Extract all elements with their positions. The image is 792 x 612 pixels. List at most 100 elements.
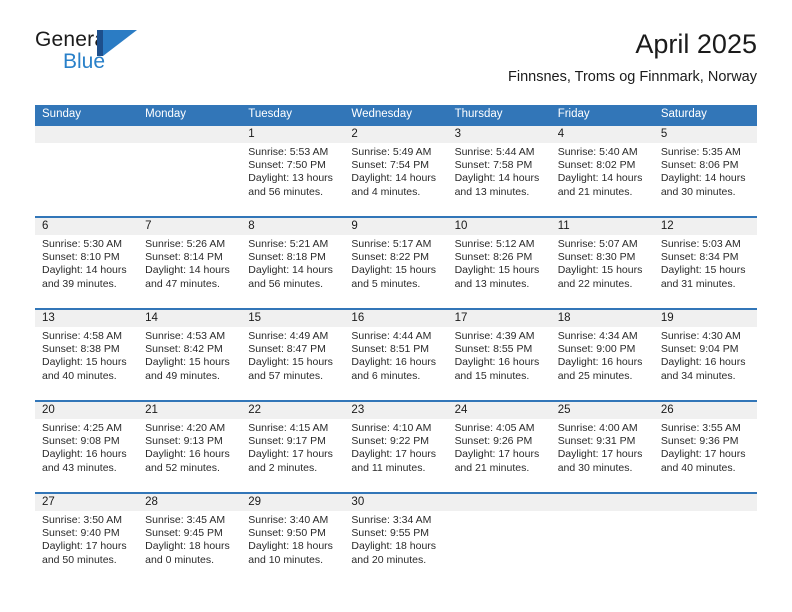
day-number[interactable]: 27 (35, 494, 138, 511)
day-cell[interactable]: Sunrise: 4:49 AM Sunset: 8:47 PM Dayligh… (241, 327, 344, 400)
daylight-text-line2: and 49 minutes. (145, 369, 220, 382)
day-number[interactable]: 14 (138, 310, 241, 327)
day-number[interactable]: 20 (35, 402, 138, 419)
day-cell[interactable]: Sunrise: 5:03 AM Sunset: 8:34 PM Dayligh… (654, 235, 757, 308)
day-cell[interactable]: Sunrise: 5:44 AM Sunset: 7:58 PM Dayligh… (448, 143, 551, 216)
day-cell[interactable]: Sunrise: 3:40 AM Sunset: 9:50 PM Dayligh… (241, 511, 344, 584)
day-cell[interactable]: Sunrise: 4:20 AM Sunset: 9:13 PM Dayligh… (138, 419, 241, 492)
day-number[interactable]: 26 (654, 402, 757, 419)
daylight-text-line1: Daylight: 14 hours (248, 264, 333, 277)
day-number[interactable]: 19 (654, 310, 757, 327)
daylight-text-line1: Daylight: 15 hours (454, 264, 540, 277)
page-subtitle-location: Finnsnes, Troms og Finnmark, Norway (508, 69, 757, 85)
day-cell[interactable]: Sunrise: 5:26 AM Sunset: 8:14 PM Dayligh… (138, 235, 241, 308)
sunset-text: Sunset: 8:34 PM (660, 251, 739, 264)
sunrise-text: Sunrise: 5:26 AM (145, 238, 226, 250)
day-cell[interactable]: Sunrise: 5:17 AM Sunset: 8:22 PM Dayligh… (344, 235, 447, 308)
daylight-text-line2: and 56 minutes. (248, 185, 323, 198)
day-number[interactable]: 8 (241, 218, 344, 235)
daylight-text-line2: and 21 minutes. (557, 185, 633, 198)
day-number[interactable]: 15 (241, 310, 344, 327)
day-number[interactable]: 21 (138, 402, 241, 419)
day-cell[interactable]: Sunrise: 4:34 AM Sunset: 9:00 PM Dayligh… (551, 327, 654, 400)
sunset-text: Sunset: 9:55 PM (351, 527, 430, 540)
sunrise-text: Sunrise: 5:03 AM (660, 238, 741, 250)
day-number[interactable]: 24 (448, 402, 551, 419)
day-cell[interactable]: Sunrise: 3:50 AM Sunset: 9:40 PM Dayligh… (35, 511, 138, 584)
day-number[interactable]: 17 (448, 310, 551, 327)
day-cell-empty (654, 511, 757, 584)
sunrise-text: Sunrise: 4:34 AM (557, 330, 638, 342)
day-cell[interactable]: Sunrise: 4:39 AM Sunset: 8:55 PM Dayligh… (448, 327, 551, 400)
daylight-text-line2: and 47 minutes. (145, 277, 220, 290)
week-detail-strip: Sunrise: 4:25 AM Sunset: 9:08 PM Dayligh… (35, 419, 757, 492)
day-number[interactable]: 2 (344, 126, 447, 143)
day-cell[interactable]: Sunrise: 3:45 AM Sunset: 9:45 PM Dayligh… (138, 511, 241, 584)
week-row: 27 28 29 30 Sunrise: 3:50 AM Sunset: 9:4… (35, 492, 757, 584)
day-number[interactable]: 12 (654, 218, 757, 235)
day-number[interactable]: 28 (138, 494, 241, 511)
day-number[interactable]: 18 (551, 310, 654, 327)
day-number[interactable]: 30 (344, 494, 447, 511)
day-cell[interactable]: Sunrise: 5:53 AM Sunset: 7:50 PM Dayligh… (241, 143, 344, 216)
day-number[interactable] (35, 126, 138, 143)
sunrise-text: Sunrise: 5:49 AM (351, 146, 432, 158)
calendar-grid: Sunday Monday Tuesday Wednesday Thursday… (35, 105, 757, 584)
day-number[interactable] (448, 494, 551, 511)
daylight-text-line2: and 2 minutes. (248, 461, 318, 474)
sunrise-text: Sunrise: 4:49 AM (248, 330, 329, 342)
day-number[interactable] (654, 494, 757, 511)
sunset-text: Sunset: 9:40 PM (42, 527, 120, 540)
day-cell[interactable]: Sunrise: 5:49 AM Sunset: 7:54 PM Dayligh… (344, 143, 447, 216)
day-number[interactable]: 25 (551, 402, 654, 419)
sunrise-text: Sunrise: 4:25 AM (42, 422, 122, 434)
week-daynumber-strip: 20 21 22 23 24 25 26 (35, 402, 757, 419)
day-cell[interactable]: Sunrise: 5:12 AM Sunset: 8:26 PM Dayligh… (448, 235, 551, 308)
week-daynumber-strip: 27 28 29 30 (35, 494, 757, 511)
sunset-text: Sunset: 9:13 PM (145, 435, 223, 448)
day-cell[interactable]: Sunrise: 4:10 AM Sunset: 9:22 PM Dayligh… (344, 419, 447, 492)
day-number[interactable]: 9 (344, 218, 447, 235)
day-cell[interactable]: Sunrise: 4:15 AM Sunset: 9:17 PM Dayligh… (241, 419, 344, 492)
sunrise-text: Sunrise: 4:00 AM (557, 422, 638, 434)
day-number[interactable]: 13 (35, 310, 138, 327)
day-number[interactable]: 29 (241, 494, 344, 511)
day-number[interactable]: 1 (241, 126, 344, 143)
day-number[interactable]: 23 (344, 402, 447, 419)
day-number[interactable]: 7 (138, 218, 241, 235)
day-number[interactable]: 22 (241, 402, 344, 419)
day-cell[interactable]: Sunrise: 5:07 AM Sunset: 8:30 PM Dayligh… (551, 235, 654, 308)
daylight-text-line1: Daylight: 14 hours (454, 172, 540, 185)
sunrise-text: Sunrise: 5:40 AM (557, 146, 638, 158)
day-number[interactable]: 3 (448, 126, 551, 143)
day-cell[interactable]: Sunrise: 4:44 AM Sunset: 8:51 PM Dayligh… (344, 327, 447, 400)
day-cell[interactable]: Sunrise: 4:53 AM Sunset: 8:42 PM Dayligh… (138, 327, 241, 400)
day-number[interactable]: 10 (448, 218, 551, 235)
day-cell[interactable]: Sunrise: 4:00 AM Sunset: 9:31 PM Dayligh… (551, 419, 654, 492)
day-cell[interactable]: Sunrise: 5:21 AM Sunset: 8:18 PM Dayligh… (241, 235, 344, 308)
day-cell[interactable]: Sunrise: 5:35 AM Sunset: 8:06 PM Dayligh… (654, 143, 757, 216)
day-cell[interactable]: Sunrise: 5:30 AM Sunset: 8:10 PM Dayligh… (35, 235, 138, 308)
brand-logo[interactable]: General Blue (35, 28, 235, 84)
day-cell[interactable]: Sunrise: 3:55 AM Sunset: 9:36 PM Dayligh… (654, 419, 757, 492)
week-detail-strip: Sunrise: 5:30 AM Sunset: 8:10 PM Dayligh… (35, 235, 757, 308)
daylight-text-line2: and 40 minutes. (660, 461, 736, 474)
day-cell[interactable]: Sunrise: 4:25 AM Sunset: 9:08 PM Dayligh… (35, 419, 138, 492)
day-cell[interactable]: Sunrise: 4:30 AM Sunset: 9:04 PM Dayligh… (654, 327, 757, 400)
day-cell[interactable]: Sunrise: 5:40 AM Sunset: 8:02 PM Dayligh… (551, 143, 654, 216)
daylight-text-line2: and 56 minutes. (248, 277, 323, 290)
day-cell[interactable]: Sunrise: 3:34 AM Sunset: 9:55 PM Dayligh… (344, 511, 447, 584)
day-number[interactable] (138, 126, 241, 143)
day-cell[interactable]: Sunrise: 4:05 AM Sunset: 9:26 PM Dayligh… (448, 419, 551, 492)
week-daynumber-strip: 6 7 8 9 10 11 12 (35, 218, 757, 235)
day-number[interactable]: 6 (35, 218, 138, 235)
day-number[interactable]: 5 (654, 126, 757, 143)
day-number[interactable]: 16 (344, 310, 447, 327)
day-number[interactable] (551, 494, 654, 511)
sunset-text: Sunset: 8:18 PM (248, 251, 326, 264)
day-number[interactable]: 11 (551, 218, 654, 235)
daylight-text-line2: and 20 minutes. (351, 553, 427, 566)
day-number[interactable]: 4 (551, 126, 654, 143)
day-cell[interactable]: Sunrise: 4:58 AM Sunset: 8:38 PM Dayligh… (35, 327, 138, 400)
daylight-text-line1: Daylight: 15 hours (351, 264, 437, 277)
